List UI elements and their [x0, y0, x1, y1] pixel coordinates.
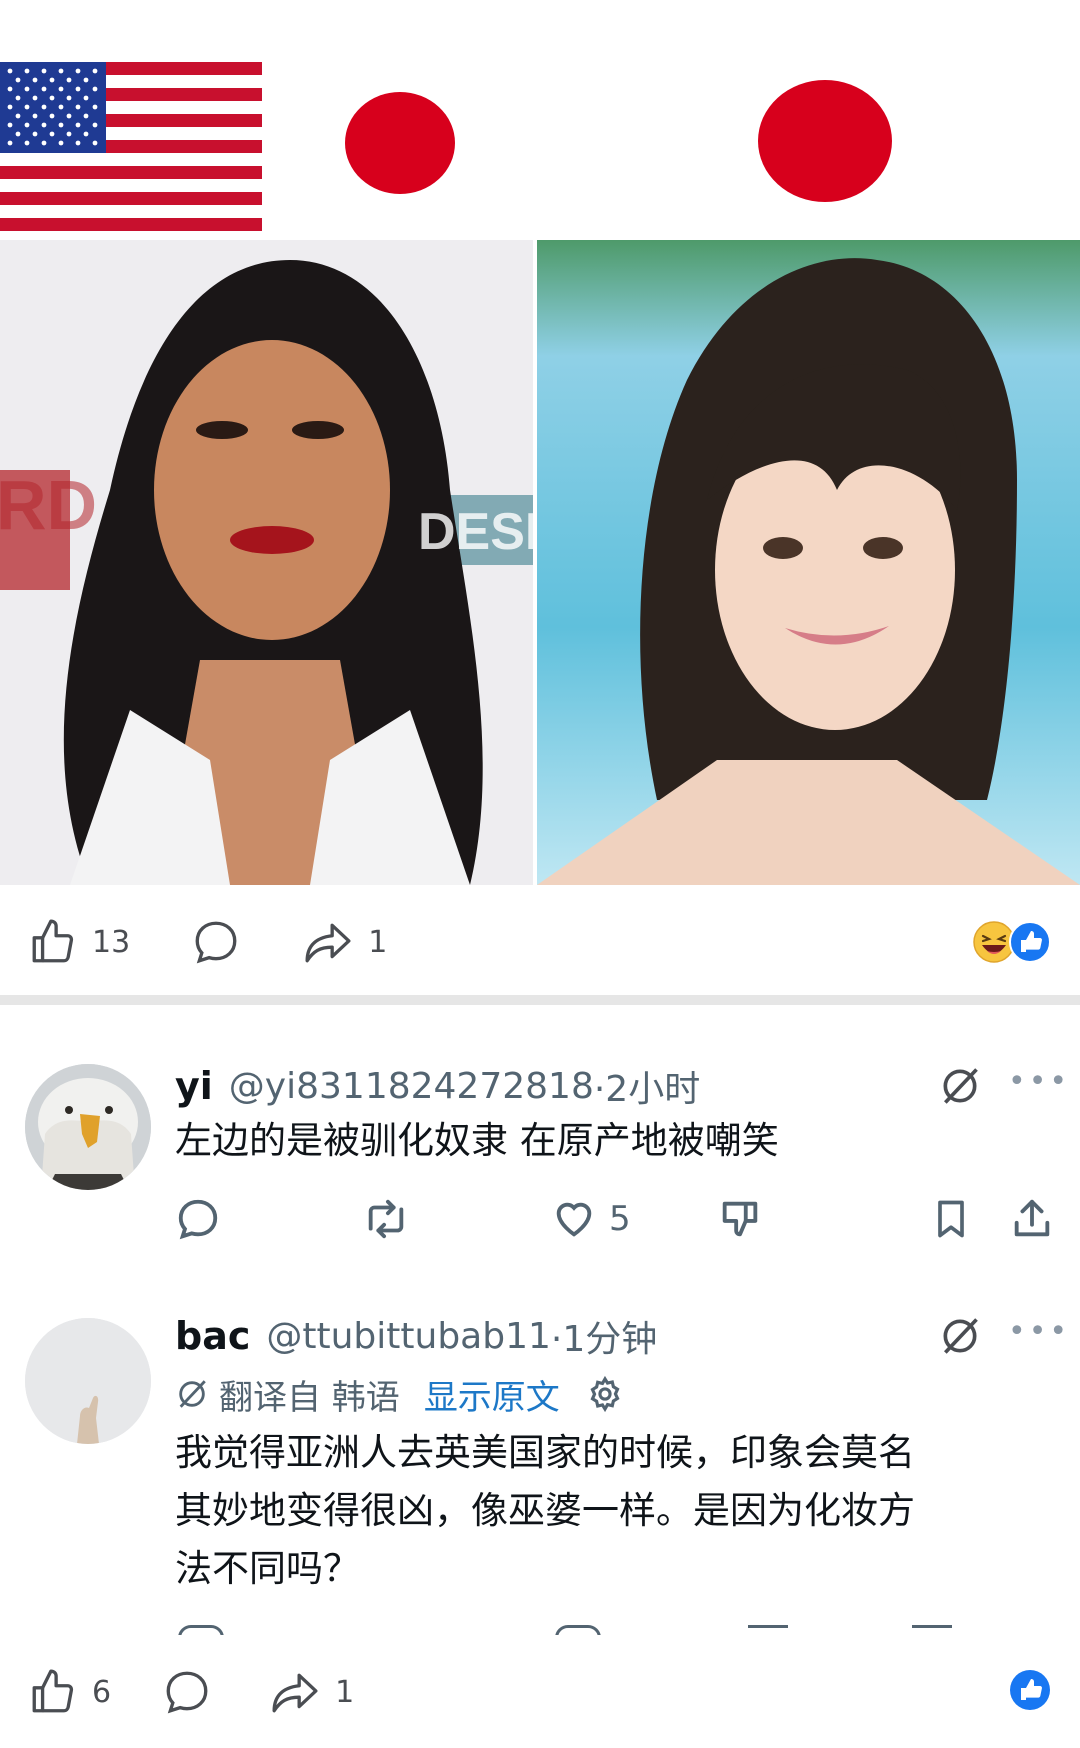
comment-author-handle[interactable]: @yi8311824272818 — [229, 1066, 594, 1107]
share-arrow-icon — [305, 923, 351, 963]
avatar-yi[interactable] — [25, 1064, 151, 1190]
thumbs-down-icon — [722, 1201, 757, 1237]
more-options-icon[interactable]: ••• — [1008, 1314, 1070, 1349]
japan-flag-right — [758, 80, 892, 202]
comment-2-header: bac @ttubittubab11 ·1分钟 — [175, 1308, 657, 1364]
dislike-button[interactable] — [717, 1196, 763, 1242]
section-divider — [0, 995, 1080, 1005]
japan-flag-left — [345, 92, 455, 194]
show-original-link[interactable]: 显示原文 — [424, 1370, 560, 1419]
bookmark-icon — [938, 1200, 964, 1238]
backdrop-text-left: RD — [0, 466, 98, 544]
share-button[interactable]: 1 — [302, 917, 387, 967]
comment-timestamp: ·2小时 — [593, 1069, 701, 1110]
like-button[interactable]: 6 — [28, 1667, 111, 1717]
share-count: 1 — [335, 1674, 355, 1710]
eagle-avatar-image — [25, 1064, 151, 1190]
reply-button[interactable] — [175, 1196, 221, 1242]
comment-text-line: 我觉得亚洲人去英美国家的时候，印象会莫名 — [175, 1431, 915, 1474]
like-button[interactable]: 5 — [551, 1196, 631, 1242]
translated-from-label: 翻译自 韩语 — [219, 1377, 400, 1418]
comment-author-handle[interactable]: @ttubittubab11 — [266, 1316, 551, 1357]
bookmark-button[interactable] — [929, 1196, 973, 1242]
upload-icon — [1014, 1199, 1050, 1237]
photo-right — [537, 240, 1080, 885]
heart-icon — [556, 1202, 592, 1237]
like-reaction-icon — [1009, 921, 1051, 963]
comment-text-line: 其妙地变得很凶，像巫婆一样。是因为化妆方 — [175, 1489, 915, 1532]
comment-1-header: yi @yi8311824272818 ·2小时 — [175, 1058, 700, 1114]
repost-icon — [368, 1199, 404, 1239]
reactions-summary[interactable] — [1008, 1668, 1052, 1716]
hand-avatar-image — [25, 1318, 151, 1444]
translation-bar: 翻译自 韩语 显示原文 — [175, 1368, 624, 1420]
like-reaction-icon — [1010, 1670, 1050, 1710]
comment-bubble-icon — [195, 921, 237, 964]
thumbs-up-icon — [32, 1669, 74, 1713]
footer-action-bar: 6 1 — [28, 1662, 1052, 1722]
comment-timestamp: ·1分钟 — [550, 1319, 658, 1360]
thumbs-up-icon — [32, 919, 74, 963]
upload-share-button[interactable] — [1009, 1196, 1055, 1242]
comment-text: 我觉得亚洲人去英美国家的时候，印象会莫名 其妙地变得很凶，像巫婆一样。是因为化妆… — [175, 1424, 1065, 1598]
translate-icon — [179, 1380, 206, 1408]
comment-button[interactable] — [190, 917, 242, 967]
photo-left: RD DESI — [0, 240, 533, 885]
comment-text-line: 法不同吗？ — [175, 1547, 360, 1590]
share-button[interactable]: 1 — [269, 1667, 354, 1717]
grok-icon[interactable] — [938, 1314, 982, 1358]
comment-1-actions: 5 — [175, 1192, 1055, 1246]
comment-bubble-icon — [166, 1671, 208, 1714]
grok-icon[interactable] — [938, 1064, 982, 1108]
share-count: 1 — [368, 924, 388, 960]
backdrop-text-right: DESI — [418, 503, 533, 561]
reply-icon — [178, 1199, 218, 1240]
like-count: 5 — [609, 1199, 631, 1239]
gear-icon[interactable] — [586, 1375, 624, 1413]
like-button[interactable]: 13 — [28, 917, 130, 967]
avatar-bac[interactable] — [25, 1318, 151, 1444]
more-options-icon[interactable]: ••• — [1008, 1064, 1070, 1099]
comment-author-name[interactable]: yi — [175, 1064, 213, 1108]
like-count: 6 — [92, 1674, 112, 1710]
post-image[interactable]: RD DESI — [0, 0, 1080, 885]
comment-button[interactable] — [161, 1667, 213, 1717]
like-count: 13 — [92, 924, 131, 960]
comment-2-actions-cropped — [0, 1625, 1080, 1635]
us-flag — [0, 62, 262, 234]
comment-text: 左边的是被驯化奴隶 在原产地被嘲笑 — [175, 1119, 779, 1162]
repost-button[interactable] — [361, 1196, 411, 1242]
reactions-summary[interactable] — [972, 920, 1052, 964]
comment-author-name[interactable]: bac — [175, 1314, 250, 1358]
post-action-bar: 13 1 — [28, 912, 1052, 972]
share-arrow-icon — [272, 1673, 318, 1713]
